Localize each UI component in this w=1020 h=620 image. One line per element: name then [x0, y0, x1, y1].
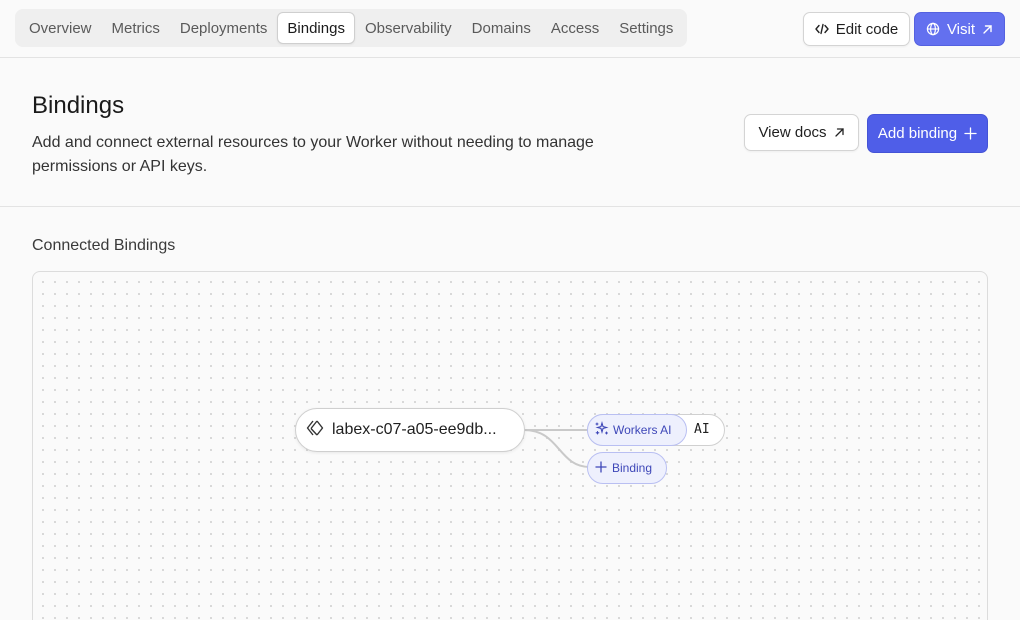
binding-variable-name: AI [694, 422, 710, 437]
binding-connectors [523, 429, 591, 468]
worker-diamond-icon [306, 419, 324, 442]
sparkles-icon [594, 420, 609, 439]
binding-type-chip: Workers AI [587, 414, 687, 446]
plus-icon [595, 460, 607, 476]
add-binding-node-label: Binding [612, 461, 653, 475]
binding-node-workers-ai[interactable]: Workers AI AI [587, 414, 725, 446]
worker-node[interactable]: labex-c07-a05-ee9db... [295, 408, 525, 452]
worker-name: labex-c07-a05-ee9db... [332, 421, 497, 438]
binding-type-label: Workers AI [613, 423, 672, 437]
add-binding-node[interactable]: Binding [587, 452, 667, 484]
